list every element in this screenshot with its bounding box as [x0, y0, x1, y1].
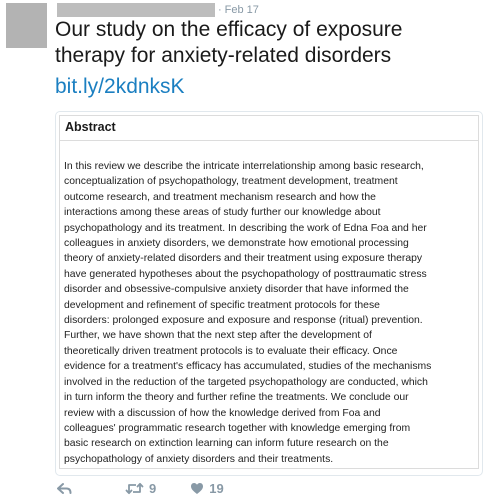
abstract-line: Further, we have shown that the next ste… [64, 330, 372, 342]
abstract-line: psychopathology and its treatment. In de… [64, 222, 427, 234]
tweet-text-line: Our study on the efficacy of exposure [55, 18, 403, 41]
reply-icon [57, 482, 72, 494]
tweet-text: Our study on the efficacy of exposure th… [55, 17, 480, 69]
tweet-actions: 9 19 [57, 479, 224, 497]
author-name-redacted[interactable] [57, 3, 215, 17]
abstract-line: colleagues' programmatic research togeth… [64, 422, 411, 434]
abstract-line: evidence for a treatment's efficacy has … [64, 361, 432, 373]
reply-button[interactable] [57, 482, 72, 495]
like-button[interactable]: 19 [190, 480, 224, 496]
abstract-line: theoretically driven treatment protocols… [64, 345, 398, 357]
retweet-count: 9 [149, 480, 157, 496]
abstract-line: outcome research, and treatment mechanis… [64, 191, 376, 203]
tweet-link[interactable]: bit.ly/2kdnksK [55, 74, 185, 100]
abstract-line: in turn inform the theory and further re… [64, 392, 409, 404]
abstract-line: conceptualization of psychopathology, tr… [64, 176, 398, 188]
abstract-line: psychopathology of anxiety disorders and… [64, 453, 334, 465]
abstract-line: development and refinement of specific t… [64, 299, 380, 311]
tweet-date[interactable]: Feb 17 [225, 4, 259, 16]
abstract-line: interactions among these areas of study … [64, 207, 381, 219]
abstract-heading: Abstract [60, 116, 478, 141]
abstract-line: involved in the reduction of the targete… [64, 376, 428, 388]
abstract-line: have generated hypotheses about the psyc… [64, 268, 427, 280]
abstract-box: Abstract In this review we describe the … [59, 115, 479, 469]
abstract-line: basic research on extinction learning ca… [64, 438, 389, 450]
avatar[interactable] [6, 3, 47, 48]
link-preview-card[interactable]: Abstract In this review we describe the … [55, 111, 483, 476]
like-count: 19 [209, 480, 224, 496]
header-separator: · [218, 4, 222, 16]
heart-icon [191, 482, 204, 494]
abstract-line: review with a discussion of how the know… [64, 407, 381, 419]
abstract-body: In this review we describe the intricate… [60, 141, 478, 467]
retweet-button[interactable]: 9 [125, 481, 156, 496]
abstract-line: colleagues in anxiety disorders, we demo… [64, 238, 409, 250]
tweet-header: · Feb 17 [57, 3, 259, 17]
abstract-line: In this review we describe the intricate… [64, 161, 424, 172]
retweet-icon [125, 482, 144, 494]
abstract-line: theory of anxiety-related disorders and … [64, 253, 423, 265]
tweet-text-line: therapy for anxiety-related disorders [55, 44, 392, 67]
abstract-line: disorder and obsessive-compulsive anxiet… [64, 284, 409, 296]
abstract-line: disorders: prolonged exposure and exposu… [64, 315, 423, 327]
